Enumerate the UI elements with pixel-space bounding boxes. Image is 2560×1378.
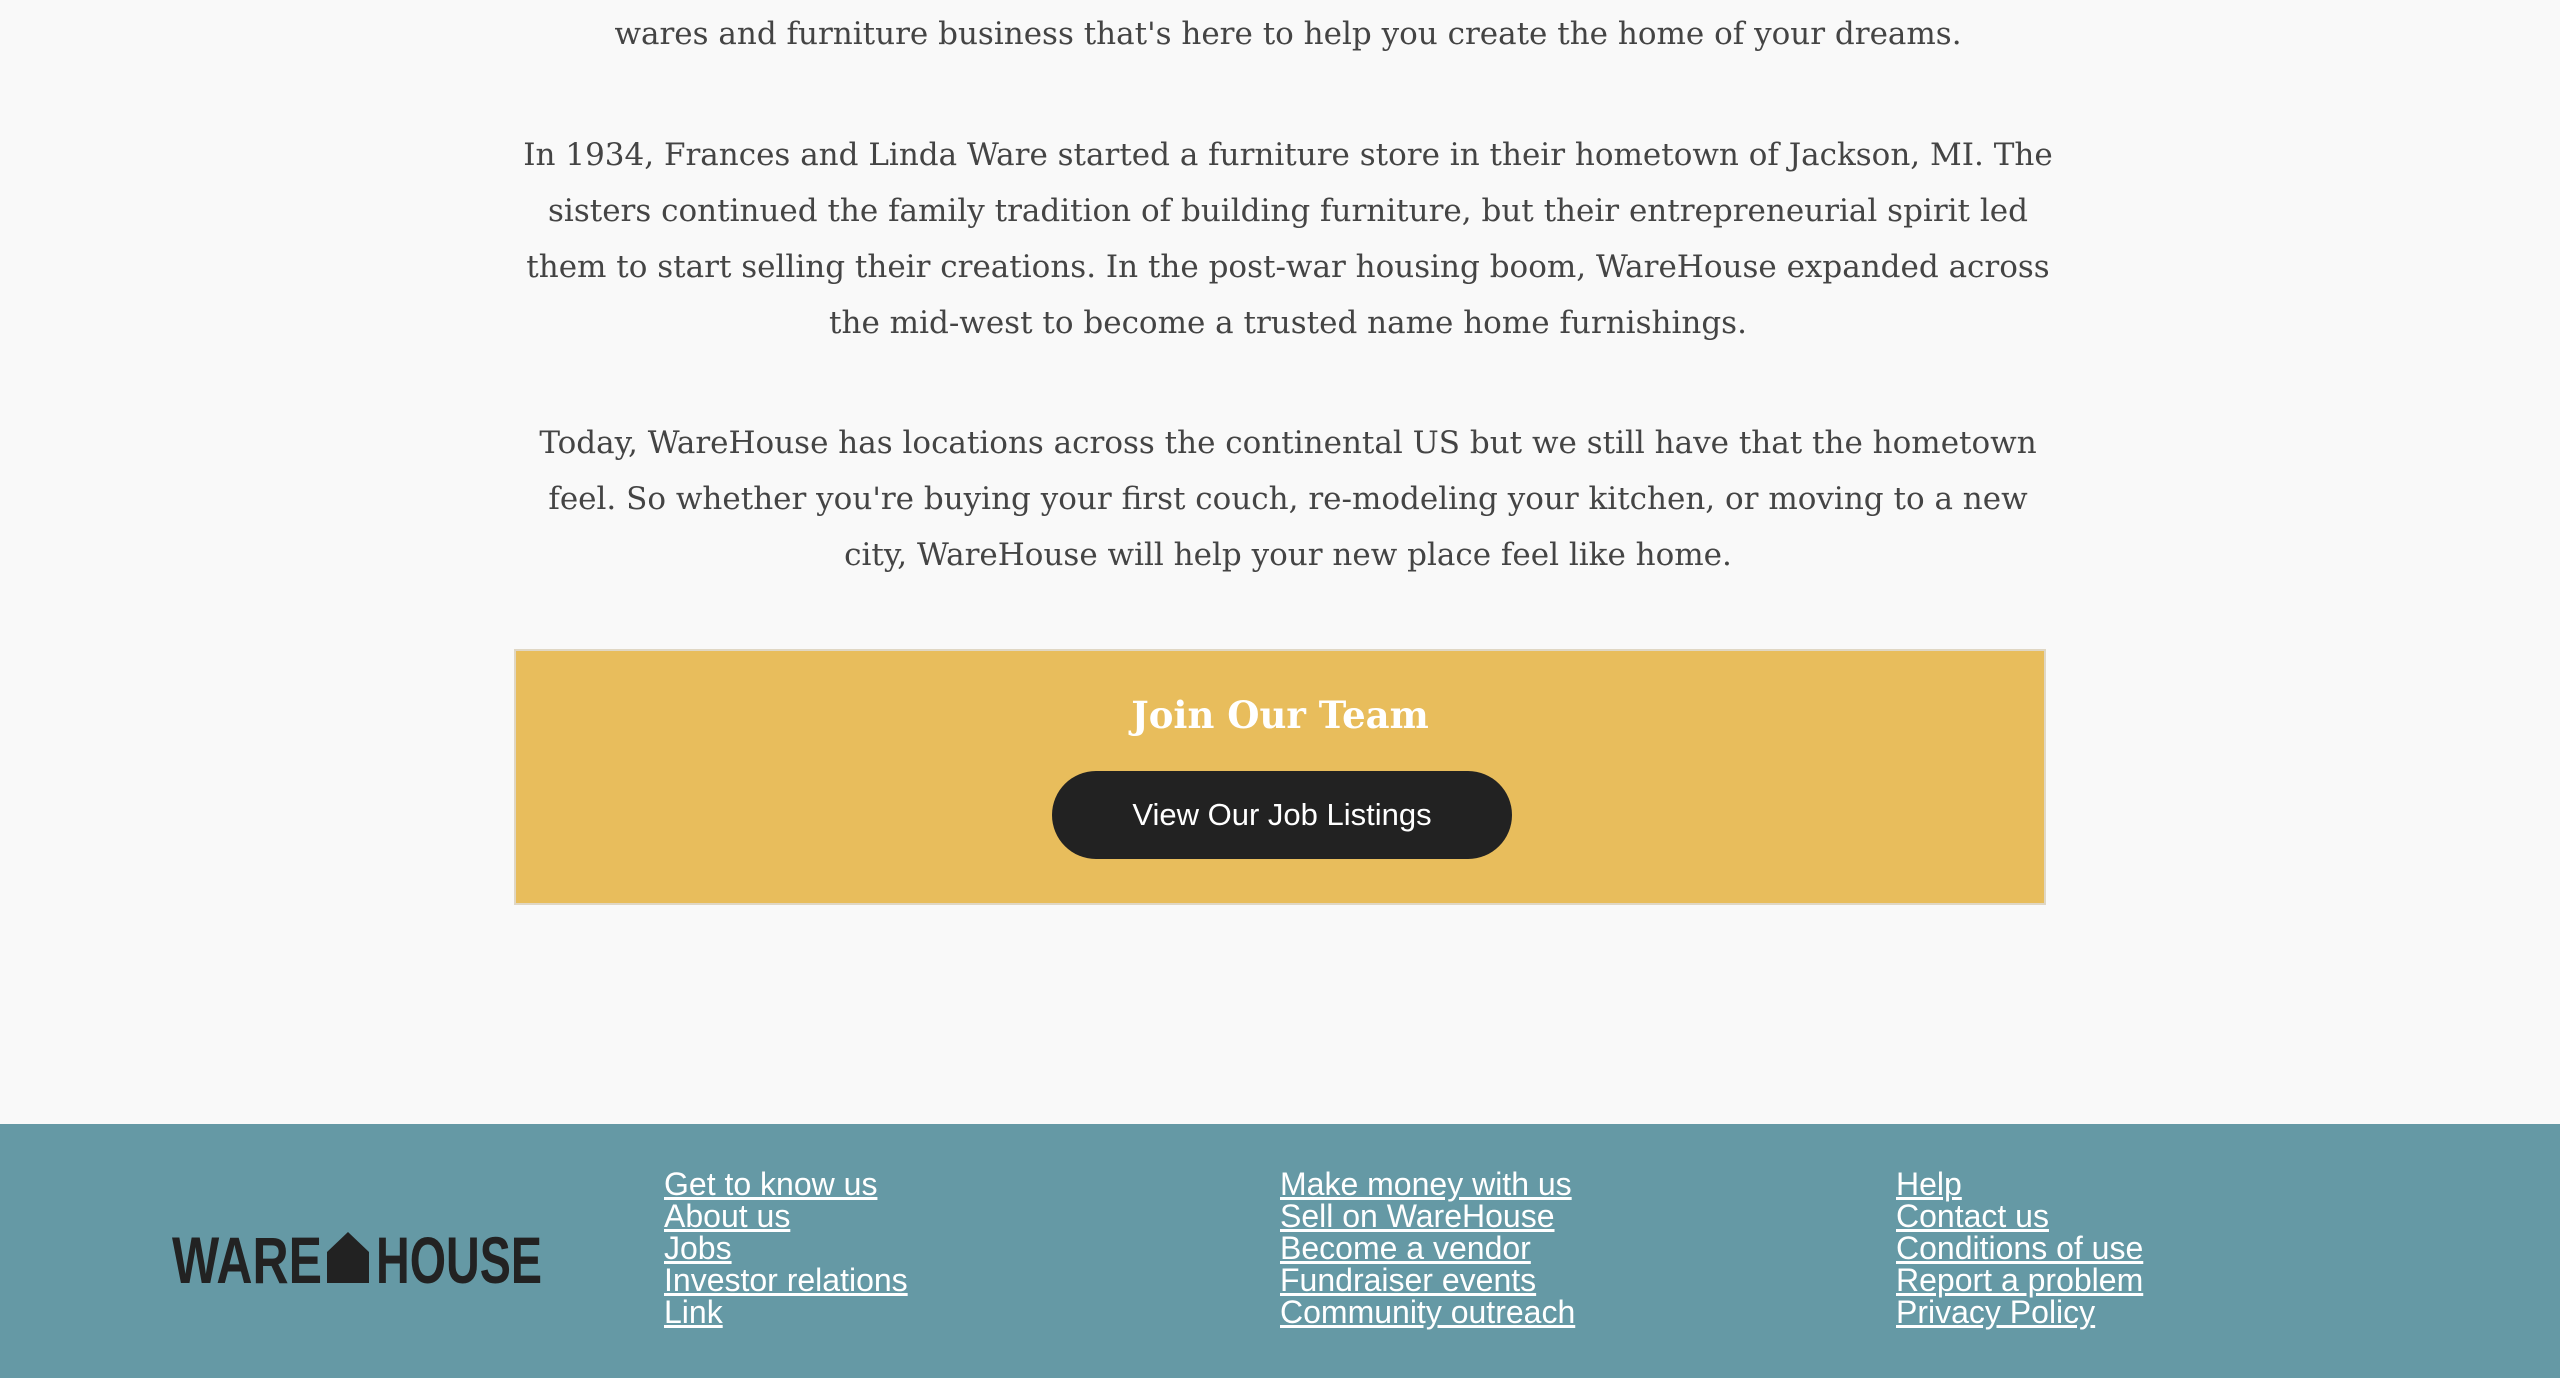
footer-link-investor-relations[interactable]: Investor relations <box>664 1264 908 1296</box>
footer-link-fundraiser-events[interactable]: Fundraiser events <box>1280 1264 1575 1296</box>
footer-link-link[interactable]: Link <box>664 1296 908 1328</box>
footer-link-contact-us[interactable]: Contact us <box>1896 1200 2143 1232</box>
footer-link-jobs[interactable]: Jobs <box>664 1232 908 1264</box>
logo-text-house: HOUSE <box>376 1223 542 1290</box>
footer-link-about-us[interactable]: About us <box>664 1200 908 1232</box>
page: wares and furniture business that's here… <box>0 0 2560 1378</box>
about-paragraph-today: Today, WareHouse has locations across th… <box>539 425 2037 573</box>
footer-link-get-to-know-us[interactable]: Get to know us <box>664 1168 908 1200</box>
warehouse-logo[interactable]: WARE HOUSE <box>172 1220 542 1297</box>
site-footer: WARE HOUSE Get to know us About us Jobs … <box>0 1124 2560 1378</box>
footer-link-sell-on-warehouse[interactable]: Sell on WareHouse <box>1280 1200 1575 1232</box>
footer-link-report-problem[interactable]: Report a problem <box>1896 1264 2143 1296</box>
footer-link-privacy-policy[interactable]: Privacy Policy <box>1896 1296 2143 1328</box>
footer-column-help: Help Contact us Conditions of use Report… <box>1896 1168 2143 1328</box>
footer-column-partners: Make money with us Sell on WareHouse Bec… <box>1280 1168 1575 1328</box>
join-team-banner: Join Our Team View Our Job Listings <box>514 649 2046 905</box>
footer-link-help[interactable]: Help <box>1896 1168 2143 1200</box>
view-job-listings-button[interactable]: View Our Job Listings <box>1052 771 1512 859</box>
logo-text-ware: WARE <box>172 1223 322 1290</box>
join-team-heading: Join Our Team <box>1131 693 1429 737</box>
footer-link-become-vendor[interactable]: Become a vendor <box>1280 1232 1575 1264</box>
warehouse-logo-icon: WARE HOUSE <box>172 1223 542 1297</box>
footer-link-conditions-of-use[interactable]: Conditions of use <box>1896 1232 2143 1264</box>
footer-link-make-money[interactable]: Make money with us <box>1280 1168 1575 1200</box>
footer-link-community-outreach[interactable]: Community outreach <box>1280 1296 1575 1328</box>
about-paragraph-intro: wares and furniture business that's here… <box>614 16 1962 52</box>
about-paragraph-history: In 1934, Frances and Linda Ware started … <box>523 137 2053 341</box>
footer-column-company: Get to know us About us Jobs Investor re… <box>664 1168 908 1328</box>
house-icon <box>327 1232 369 1283</box>
